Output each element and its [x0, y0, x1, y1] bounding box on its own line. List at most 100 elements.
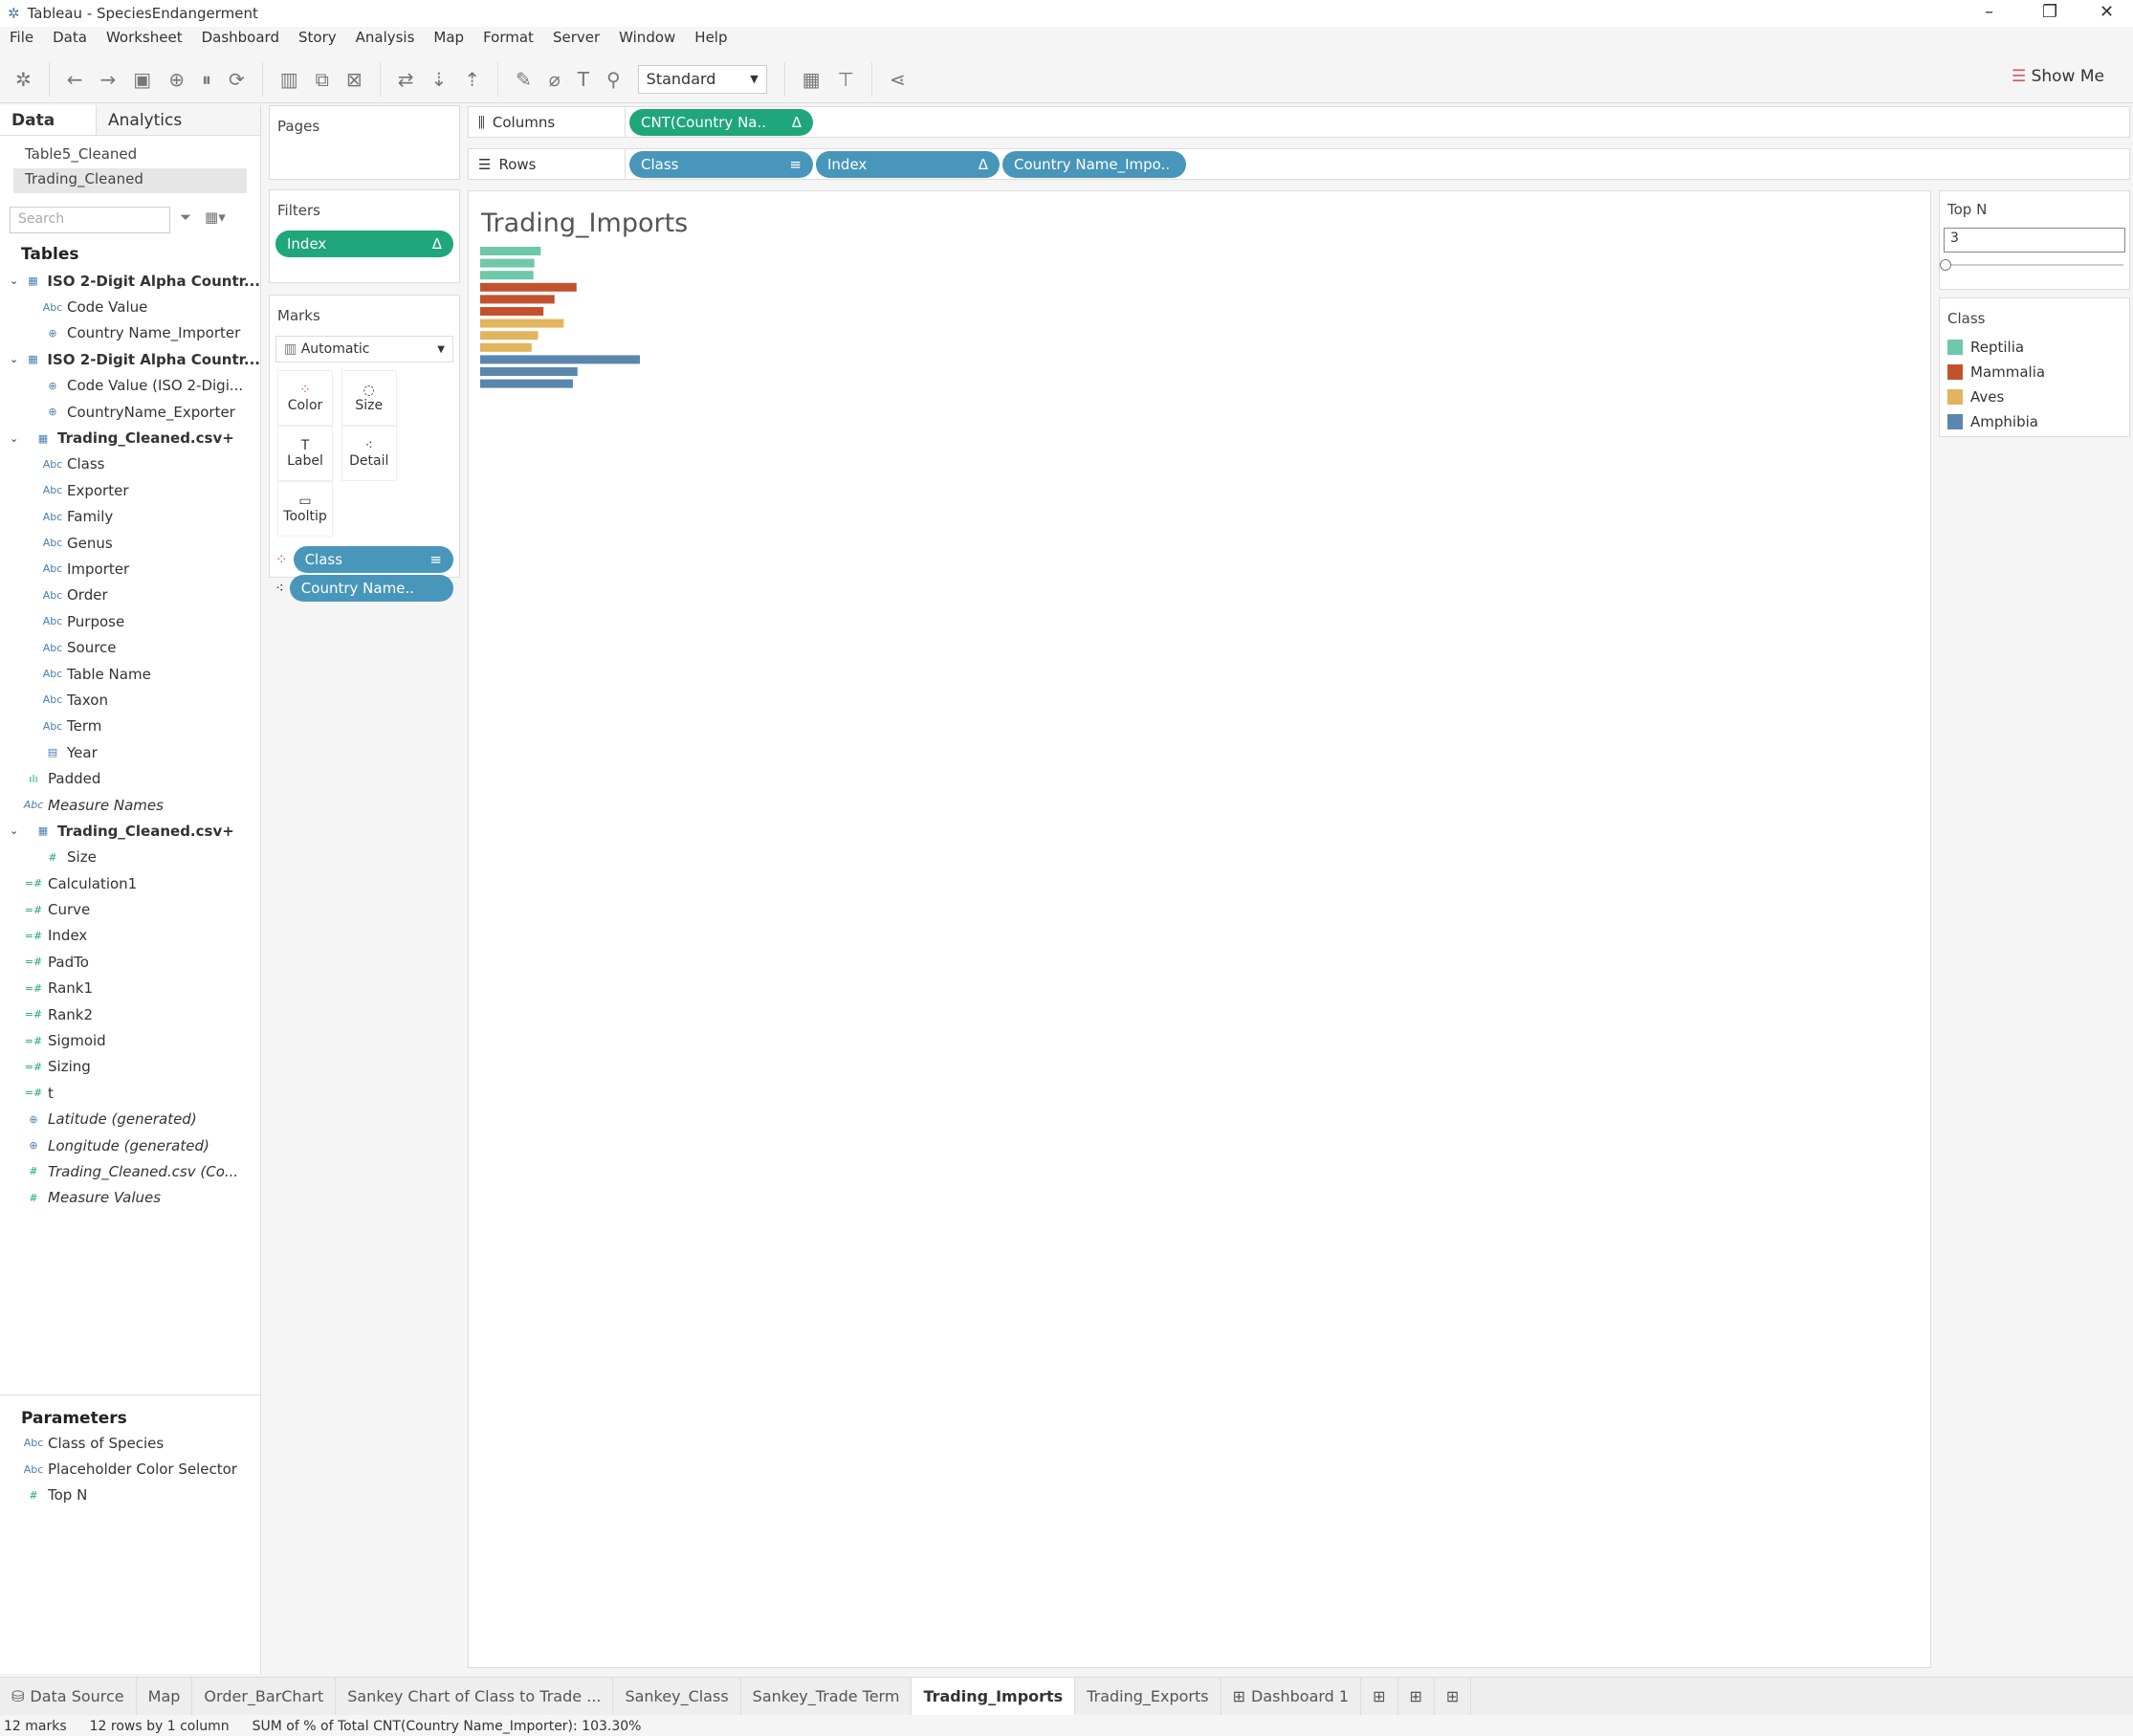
new-datasource-icon[interactable]: ⊕: [168, 68, 185, 91]
field-item[interactable]: ▤ Year: [0, 739, 260, 765]
field-item[interactable]: =# Calculation1: [0, 870, 260, 896]
new-worksheet-button[interactable]: ⊞: [1361, 1678, 1398, 1715]
rows-pill-index[interactable]: Index Δ: [816, 150, 1000, 178]
field-item[interactable]: Abc Genus: [0, 530, 260, 556]
sheet-tab[interactable]: Order_BarChart: [192, 1678, 337, 1715]
datasource-item[interactable]: Trading_Cleaned: [13, 168, 247, 193]
field-item[interactable]: =# Sizing: [0, 1054, 260, 1080]
table-group[interactable]: ⌄ ▦ ISO 2-Digit Alpha Countr...: [0, 268, 260, 294]
color-button[interactable]: ⁘ Color: [277, 370, 333, 426]
filters-card[interactable]: Filters Index Δ: [269, 189, 460, 283]
marks-pill-class[interactable]: Class ≡: [293, 546, 453, 573]
worksheet-view[interactable]: Trading_Imports: [468, 190, 1931, 1668]
duplicate-sheet-icon[interactable]: ⧉: [316, 68, 329, 91]
menu-worksheet[interactable]: Worksheet: [106, 29, 183, 54]
parameter-item[interactable]: Abc Placeholder Color Selector: [0, 1456, 260, 1482]
menu-window[interactable]: Window: [619, 29, 675, 54]
field-item[interactable]: ⊕ CountryName_Exporter: [0, 399, 260, 425]
bar-amphibia[interactable]: [480, 355, 640, 364]
legend-item[interactable]: Mammalia: [1940, 360, 2129, 385]
group-icon[interactable]: ⌀: [549, 68, 561, 91]
field-item[interactable]: =# Sigmoid: [0, 1027, 260, 1053]
field-item[interactable]: =# PadTo: [0, 949, 260, 975]
chevron-down-icon[interactable]: ⌄: [10, 275, 18, 287]
columns-shelf[interactable]: ⫼ Columns CNT(Country Na.. Δ: [468, 106, 2130, 138]
field-item[interactable]: Abc Exporter: [0, 477, 260, 503]
menu-analysis[interactable]: Analysis: [356, 29, 415, 54]
label-button[interactable]: T Label: [277, 426, 333, 481]
field-item[interactable]: =# Curve: [0, 896, 260, 922]
view-options-icon[interactable]: ▦▾: [205, 209, 226, 226]
save-icon[interactable]: ▣: [133, 68, 151, 91]
menu-help[interactable]: Help: [694, 29, 727, 54]
sheet-tab[interactable]: ⊞ Dashboard 1: [1221, 1678, 1362, 1715]
size-button[interactable]: ◌ Size: [341, 370, 397, 426]
undo-icon[interactable]: ←: [67, 68, 83, 91]
highlight-icon[interactable]: ✎: [516, 68, 532, 91]
bar-reptilia[interactable]: [480, 247, 541, 255]
show-cards-icon[interactable]: ▦: [803, 68, 821, 91]
field-item[interactable]: # Size: [0, 845, 260, 870]
field-item[interactable]: Abc Purpose: [0, 608, 260, 634]
parameter-item[interactable]: # Top N: [0, 1483, 260, 1508]
rows-shelf[interactable]: ☰ Rows Class ≡ Index Δ Country Name_Impo..: [468, 148, 2130, 180]
field-item[interactable]: ⊕ Country Name_Importer: [0, 320, 260, 346]
chevron-down-icon[interactable]: ⌄: [10, 824, 29, 837]
field-item[interactable]: Abc Importer: [0, 556, 260, 582]
sheet-tab[interactable]: Sankey_Trade Term: [741, 1678, 913, 1715]
table-group[interactable]: ⌄ ▦ ISO 2-Digit Alpha Countr...: [0, 346, 260, 372]
field-item[interactable]: =# Rank1: [0, 976, 260, 1001]
field-item[interactable]: # Measure Values: [0, 1185, 260, 1211]
menu-story[interactable]: Story: [298, 29, 337, 54]
rows-pill-class[interactable]: Class ≡: [629, 150, 813, 178]
new-story-button[interactable]: ⊞: [1435, 1678, 1472, 1715]
datasource-item[interactable]: Table5_Cleaned: [0, 143, 260, 168]
legend-item[interactable]: Amphibia: [1940, 409, 2129, 434]
bar-amphibia[interactable]: [480, 379, 573, 388]
filter-pill-index[interactable]: Index Δ: [275, 231, 453, 257]
labels-icon[interactable]: T: [578, 68, 589, 91]
new-worksheet-icon[interactable]: ▥: [280, 68, 298, 91]
filter-icon[interactable]: ⏷: [180, 209, 191, 226]
pages-card[interactable]: Pages: [269, 105, 460, 180]
field-item[interactable]: Abc Class: [0, 451, 260, 477]
chevron-down-icon[interactable]: ⌄: [10, 353, 18, 365]
field-item[interactable]: Abc Family: [0, 504, 260, 530]
mark-type-select[interactable]: ▥ Automatic ▼: [275, 336, 453, 363]
menu-dashboard[interactable]: Dashboard: [202, 29, 279, 54]
rows-pill-country[interactable]: Country Name_Impo..: [1002, 150, 1186, 178]
field-item[interactable]: ⊕ Longitude (generated): [0, 1132, 260, 1158]
bar-mammalia[interactable]: [480, 295, 555, 304]
legend-item[interactable]: Reptilia: [1940, 335, 2129, 360]
field-item[interactable]: Abc Table Name: [0, 661, 260, 687]
sheet-tab[interactable]: Sankey_Class: [613, 1678, 741, 1715]
sort-descending-icon[interactable]: ⇡: [464, 68, 480, 91]
menu-data[interactable]: Data: [53, 29, 87, 54]
field-item[interactable]: ılı Padded: [0, 765, 260, 791]
tableau-home-icon[interactable]: ✲: [15, 68, 32, 91]
pin-icon[interactable]: ⚲: [606, 68, 621, 91]
top-n-slider[interactable]: [1940, 259, 2123, 271]
new-dashboard-button[interactable]: ⊞: [1398, 1678, 1435, 1715]
show-me-button[interactable]: ☰ Show Me: [2012, 67, 2104, 86]
restore-button[interactable]: ❐: [2042, 2, 2057, 22]
legend-item[interactable]: Aves: [1940, 385, 2129, 409]
bar-aves[interactable]: [480, 319, 564, 328]
parameter-item[interactable]: Abc Class of Species: [0, 1430, 260, 1456]
bar-aves[interactable]: [480, 342, 532, 352]
bar-mammalia[interactable]: [480, 282, 577, 292]
bar-aves[interactable]: [480, 331, 539, 341]
refresh-icon[interactable]: ⟳: [229, 68, 245, 91]
menu-format[interactable]: Format: [483, 29, 534, 54]
field-item[interactable]: Abc Taxon: [0, 687, 260, 713]
field-item[interactable]: Abc Measure Names: [0, 792, 260, 818]
menu-file[interactable]: File: [10, 29, 33, 54]
field-item[interactable]: =# Index: [0, 923, 260, 949]
top-n-input[interactable]: 3: [1944, 228, 2125, 253]
share-icon[interactable]: ⋖: [890, 68, 906, 91]
bar-reptilia[interactable]: [480, 271, 534, 280]
field-item[interactable]: Abc Term: [0, 714, 260, 739]
chevron-down-icon[interactable]: ⌄: [10, 432, 29, 445]
field-item[interactable]: Abc Order: [0, 582, 260, 608]
swap-icon[interactable]: ⇄: [398, 68, 414, 91]
